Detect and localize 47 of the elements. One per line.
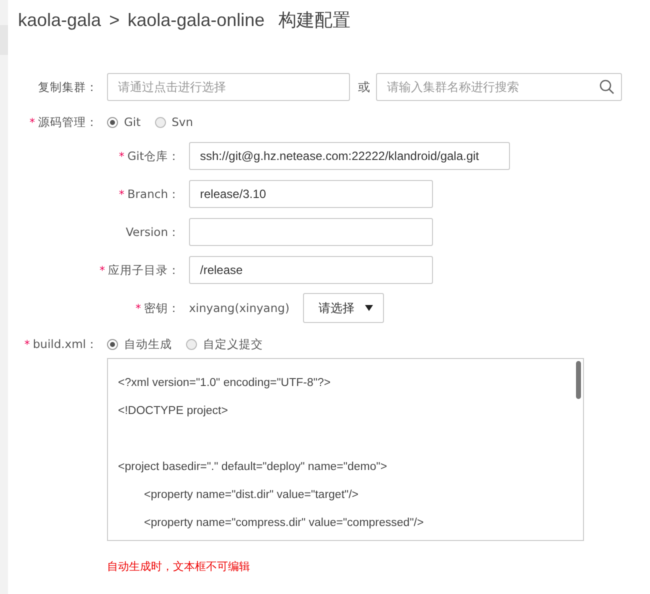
required-mark: * — [100, 264, 105, 276]
code-line: <project basedir="." default="deploy" name="demo"> — [118, 460, 388, 475]
field-label: build.xml： — [32, 336, 98, 352]
field-label: 复制集群： — [38, 80, 98, 94]
code-line: <!DOCTYPE project> — [118, 404, 228, 419]
caret-icon — [365, 305, 374, 311]
radio-label: 自动生成 — [124, 336, 172, 352]
key-value: xinyang(xinyang) — [189, 301, 290, 315]
required-mark: * — [24, 338, 30, 350]
radio-label: Git — [124, 115, 141, 129]
required-mark: * — [118, 188, 124, 200]
radio-option[interactable]: 自定义提交 — [186, 336, 263, 352]
field-label: Version： — [126, 224, 180, 240]
required-mark: * — [30, 116, 35, 128]
field-label: Branch： — [127, 186, 180, 202]
radio-option[interactable]: Git — [107, 115, 141, 129]
breadcrumb-link[interactable]: kaola-gala — [18, 10, 102, 31]
input-field[interactable]: /release — [189, 256, 433, 284]
radio-button[interactable] — [154, 116, 166, 128]
radio-label: Svn — [172, 115, 194, 129]
radio-option[interactable]: Svn — [154, 115, 194, 129]
search-icon[interactable] — [599, 79, 615, 95]
input-field[interactable] — [189, 218, 433, 246]
key-select[interactable]: 请选择 — [303, 293, 384, 323]
radio-button[interactable] — [107, 338, 118, 350]
breadcrumb-link[interactable]: kaola-gala-online — [128, 10, 265, 31]
or-text: 或 — [358, 78, 370, 96]
code-line: <property name="compress.dir" value="compressed"/> — [143, 516, 424, 531]
field-label: Git仓库： — [127, 148, 180, 164]
radio-button[interactable] — [186, 338, 197, 350]
scrollbar[interactable] — [576, 361, 581, 399]
field-label: 密钥： — [144, 300, 180, 316]
hint-text: 自动生成时，文本框不可编辑 — [107, 559, 251, 574]
code-line: <?xml version="1.0" encoding="UTF-8"?> — [118, 376, 331, 391]
breadcrumb-separator: > — [109, 10, 120, 31]
input-field[interactable]: release/3.10 — [189, 180, 433, 208]
radio-label: 自定义提交 — [203, 336, 263, 352]
radio-button[interactable] — [107, 116, 118, 128]
radio-option[interactable]: 自动生成 — [107, 336, 172, 352]
input-field[interactable]: ssh://git@g.hz.netease.com:22222/klandroid/gala.git — [189, 142, 510, 170]
required-mark: * — [136, 302, 141, 314]
field-label: 源码管理： — [38, 114, 98, 130]
field-label: 应用子目录： — [108, 262, 180, 278]
code-line: <property name="dist.dir" value="target"/> — [143, 488, 359, 503]
required-mark: * — [118, 150, 124, 162]
code-textarea[interactable] — [107, 358, 584, 541]
page-title: 构建配置 — [278, 9, 351, 32]
